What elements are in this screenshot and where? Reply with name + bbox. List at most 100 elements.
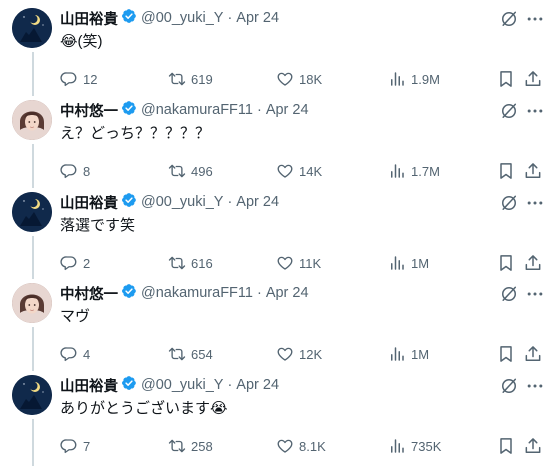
author-name[interactable]: 中村悠一 — [60, 100, 118, 121]
like-count: 12K — [299, 346, 323, 362]
verified-badge-icon — [118, 192, 137, 212]
tweet[interactable]: 山田裕貴 @00_yuki_Y · Apr 24 落選です笑 2 616 11K… — [0, 192, 556, 278]
share-icon[interactable] — [523, 344, 543, 364]
author-name[interactable]: 山田裕貴 — [60, 8, 118, 29]
share-icon[interactable] — [523, 161, 543, 181]
share-icon[interactable] — [523, 253, 543, 273]
retweet-button[interactable]: 654 — [168, 344, 213, 364]
views-button[interactable]: 735K — [388, 436, 441, 456]
tweet-date[interactable]: Apr 24 — [266, 285, 309, 301]
tweet-actions: 4 654 12K 1M — [60, 344, 546, 364]
view-count: 1M — [411, 346, 430, 362]
like-button[interactable]: 12K — [276, 344, 322, 364]
reply-icon — [60, 70, 83, 88]
author-handle[interactable]: @nakamuraFF11 — [141, 102, 253, 118]
share-icon[interactable] — [523, 69, 543, 89]
bookmark-icon[interactable] — [496, 253, 516, 273]
retweet-icon — [168, 437, 191, 455]
reply-icon — [60, 254, 83, 272]
retweet-count: 616 — [191, 255, 213, 271]
like-button[interactable]: 14K — [276, 161, 322, 181]
bar-chart-icon — [388, 254, 411, 272]
more-options-icon[interactable] — [525, 9, 545, 29]
grok-icon[interactable] — [499, 284, 519, 304]
views-button[interactable]: 1.9M — [388, 69, 440, 89]
tweet-header: 山田裕貴 @00_yuki_Y · Apr 24 — [60, 8, 279, 28]
like-button[interactable]: 8.1K — [276, 436, 326, 456]
author-name[interactable]: 山田裕貴 — [60, 375, 118, 396]
more-options-icon[interactable] — [525, 376, 545, 396]
verified-badge-icon — [118, 283, 137, 303]
avatar[interactable] — [12, 283, 52, 323]
tweet-header: 山田裕貴 @00_yuki_Y · Apr 24 — [60, 192, 279, 212]
grok-icon[interactable] — [499, 376, 519, 396]
more-options-icon[interactable] — [525, 284, 545, 304]
tweet-text: ありがとうございます😭 — [60, 400, 228, 417]
like-button[interactable]: 18K — [276, 69, 322, 89]
reply-button[interactable]: 8 — [60, 161, 90, 181]
views-button[interactable]: 1M — [388, 253, 429, 273]
author-name[interactable]: 山田裕貴 — [60, 192, 118, 213]
share-icon[interactable] — [523, 436, 543, 456]
reply-button[interactable]: 4 — [60, 344, 90, 364]
more-options-icon[interactable] — [525, 193, 545, 213]
tweet[interactable]: 山田裕貴 @00_yuki_Y · Apr 24 😂(笑) 12 619 18K… — [0, 8, 556, 94]
reply-icon — [60, 162, 83, 180]
grok-icon[interactable] — [499, 193, 519, 213]
like-button[interactable]: 11K — [276, 253, 321, 273]
heart-icon — [276, 437, 299, 455]
tweet-date[interactable]: Apr 24 — [236, 377, 279, 393]
heart-icon — [276, 162, 299, 180]
tweet[interactable]: 山田裕貴 @00_yuki_Y · Apr 24 ありがとうございます😭 7 2… — [0, 375, 556, 461]
avatar[interactable] — [12, 8, 52, 48]
author-name[interactable]: 中村悠一 — [60, 283, 118, 304]
like-count: 11K — [299, 255, 322, 271]
verified-badge-icon — [118, 100, 137, 120]
retweet-count: 496 — [191, 163, 213, 179]
grok-icon[interactable] — [499, 9, 519, 29]
reply-button[interactable]: 7 — [60, 436, 90, 456]
retweet-button[interactable]: 496 — [168, 161, 213, 181]
bar-chart-icon — [388, 437, 411, 455]
bookmark-icon[interactable] — [496, 436, 516, 456]
tweet-date[interactable]: Apr 24 — [236, 10, 279, 26]
heart-icon — [276, 254, 299, 272]
tweet-text: マヴ — [60, 308, 91, 325]
author-handle[interactable]: @00_yuki_Y — [141, 377, 223, 393]
reply-button[interactable]: 2 — [60, 253, 90, 273]
tweet[interactable]: 中村悠一 @nakamuraFF11 · Apr 24 え？どっち？？？？？ 8… — [0, 100, 556, 186]
thread-connector-line — [32, 236, 34, 279]
bar-chart-icon — [388, 70, 411, 88]
like-count: 18K — [299, 71, 323, 87]
separator-dot: · — [227, 194, 233, 210]
reply-count: 7 — [83, 438, 91, 454]
retweet-icon — [168, 70, 191, 88]
tweet[interactable]: 中村悠一 @nakamuraFF11 · Apr 24 マヴ 4 654 12K… — [0, 283, 556, 369]
bookmark-icon[interactable] — [496, 161, 516, 181]
tweet-date[interactable]: Apr 24 — [266, 102, 309, 118]
author-handle[interactable]: @nakamuraFF11 — [141, 285, 253, 301]
more-options-icon[interactable] — [525, 101, 545, 121]
reply-count: 8 — [83, 163, 91, 179]
bar-chart-icon — [388, 162, 411, 180]
retweet-button[interactable]: 258 — [168, 436, 213, 456]
views-button[interactable]: 1.7M — [388, 161, 440, 181]
bookmark-icon[interactable] — [496, 344, 516, 364]
reply-button[interactable]: 12 — [60, 69, 97, 89]
tweet-date[interactable]: Apr 24 — [236, 194, 279, 210]
retweet-button[interactable]: 619 — [168, 69, 213, 89]
bookmark-icon[interactable] — [496, 69, 516, 89]
avatar[interactable] — [12, 375, 52, 415]
grok-icon[interactable] — [499, 101, 519, 121]
avatar[interactable] — [12, 192, 52, 232]
author-handle[interactable]: @00_yuki_Y — [141, 194, 223, 210]
separator-dot: · — [256, 102, 262, 118]
retweet-button[interactable]: 616 — [168, 253, 213, 273]
bar-chart-icon — [388, 345, 411, 363]
author-handle[interactable]: @00_yuki_Y — [141, 10, 223, 26]
views-button[interactable]: 1M — [388, 344, 429, 364]
avatar[interactable] — [12, 100, 52, 140]
tweet-text: 落選です笑 — [60, 217, 136, 234]
like-count: 8.1K — [299, 438, 326, 454]
like-count: 14K — [299, 163, 323, 179]
